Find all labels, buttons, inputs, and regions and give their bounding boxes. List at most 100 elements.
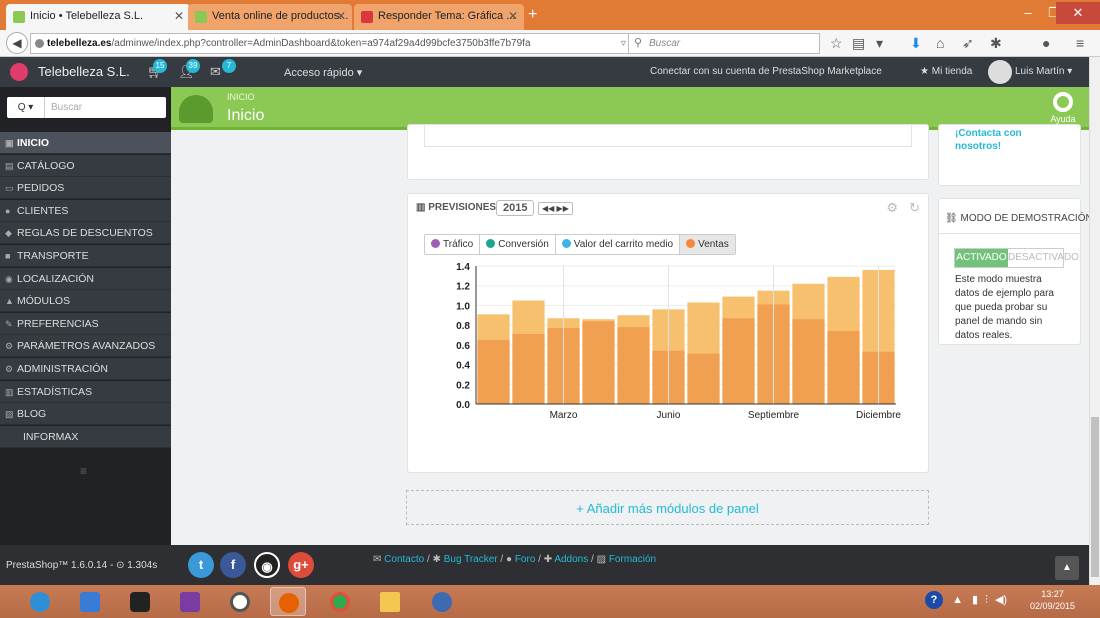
google-plus-icon[interactable]: g+: [288, 552, 314, 578]
legend-item-0[interactable]: Tráfico: [425, 235, 481, 254]
twitter-icon[interactable]: t: [188, 552, 214, 578]
taskbar-media[interactable]: [172, 587, 208, 616]
sidebar-item-preferencias[interactable]: ✎ Preferencias: [0, 312, 171, 335]
demo-description: Este modo muestra datos de ejemplo para …: [955, 274, 1054, 341]
browser-tab-venta[interactable]: Venta online de productos... ✕: [188, 4, 352, 30]
marketplace-link[interactable]: Conectar con su cuenta de PrestaShop Mar…: [650, 66, 882, 77]
breadcrumb[interactable]: INICIO: [227, 92, 255, 102]
chat-icon[interactable]: ●: [1042, 35, 1050, 51]
taskbar-firefox[interactable]: [270, 587, 306, 616]
next-year-icon[interactable]: ▶▶: [557, 204, 569, 213]
add-modules-button[interactable]: + Añadir más módulos de panel: [406, 490, 929, 525]
page-scrollbar[interactable]: [1089, 57, 1100, 585]
new-tab-button[interactable]: +: [528, 6, 537, 24]
demo-on-option[interactable]: ACTIVADO: [955, 249, 1008, 267]
send-icon[interactable]: ➶: [962, 35, 974, 52]
scroll-to-top-button[interactable]: ▲: [1055, 556, 1079, 580]
close-tab-icon[interactable]: ✕: [336, 9, 346, 23]
url-bar[interactable]: telebelleza.es/adminwe/index.php?control…: [30, 33, 642, 54]
addon-icon[interactable]: ✱: [990, 35, 1002, 52]
sidebar-item-reglas-de-descuentos[interactable]: ◆ Reglas de descuentos: [0, 222, 171, 245]
help-tray-icon[interactable]: ?: [925, 591, 943, 609]
legend-item-1[interactable]: Conversión: [480, 235, 556, 254]
taskbar-ie[interactable]: [22, 587, 58, 616]
collapse-menu-icon[interactable]: ≡: [80, 464, 87, 478]
close-window-button[interactable]: ✕: [1056, 2, 1100, 24]
battery-icon[interactable]: ▮: [972, 594, 978, 606]
messages-icon[interactable]: ✉: [210, 64, 221, 80]
my-shop-link[interactable]: ★ Mi tienda: [920, 66, 972, 77]
real-bar: [512, 334, 545, 404]
y-tick-label: 0.2: [456, 380, 470, 391]
taskbar-hp[interactable]: [222, 587, 258, 616]
legend-label: Ventas: [698, 239, 729, 250]
scrollbar-thumb[interactable]: [1091, 417, 1099, 577]
sidebar-item-catálogo[interactable]: ▤ Catálogo: [0, 154, 171, 177]
sidebar-item-label: Módulos: [17, 295, 71, 308]
footer-link-bug-tracker[interactable]: Bug Tracker: [444, 554, 498, 565]
facebook-icon[interactable]: f: [220, 552, 246, 578]
demo-off-option[interactable]: DESACTIVADO: [1008, 249, 1079, 267]
download-icon[interactable]: ⬇: [910, 35, 922, 52]
sidebar-item-localización[interactable]: ◉ Localización: [0, 267, 171, 290]
avatar[interactable]: [988, 60, 1012, 84]
search-input[interactable]: Buscar: [51, 97, 82, 118]
legend-item-2[interactable]: Valor del carrito medio: [556, 235, 681, 254]
home-icon[interactable]: ⌂: [936, 35, 944, 51]
hp-icon: [230, 592, 250, 612]
pocket-icon[interactable]: ▾: [876, 35, 883, 52]
refresh-icon[interactable]: ↻: [909, 200, 920, 216]
reading-list-icon[interactable]: ▤: [852, 35, 865, 52]
github-icon[interactable]: ◉: [254, 552, 280, 578]
forecast-title-text: PREVISIONES: [428, 202, 497, 213]
sidebar-item-clientes[interactable]: ● Clientes: [0, 199, 171, 222]
sidebar-item-inicio[interactable]: ▣ Inicio: [0, 132, 171, 154]
sidebar-item-estadísticas[interactable]: ▥ Estadísticas: [0, 380, 171, 403]
sidebar-item-pedidos[interactable]: ▭ Pedidos: [0, 177, 171, 200]
sidebar-item-transporte[interactable]: ■ Transporte: [0, 245, 171, 267]
footer-link-training[interactable]: Formación: [609, 554, 656, 565]
taskbar-rocket[interactable]: [72, 587, 108, 616]
taskbar-chrome[interactable]: [322, 587, 358, 616]
search-type-button[interactable]: Q ▾: [7, 97, 45, 118]
prestashop-logo-icon[interactable]: [10, 63, 28, 81]
system-tray: ? ▲ ▮ ⫶ ◀): [925, 591, 1007, 609]
demo-mode-toggle[interactable]: ACTIVADO DESACTIVADO: [954, 248, 1079, 268]
browser-search-input[interactable]: ⚲ Buscar: [628, 33, 820, 54]
signal-icon[interactable]: ⫶: [985, 594, 988, 606]
sidebar-item-informax[interactable]: INFORMAX: [0, 425, 171, 448]
sidebar-item-blog[interactable]: ▨ Blog: [0, 403, 171, 426]
menu-icon[interactable]: ≡: [1076, 35, 1084, 51]
star-icon: ★: [920, 66, 932, 77]
taskbar-camera[interactable]: [122, 587, 158, 616]
taskbar-explorer[interactable]: [372, 587, 408, 616]
shop-name[interactable]: Telebelleza S.L.: [38, 64, 130, 79]
clock-date: 02/09/2015: [1030, 601, 1076, 611]
sidebar-item-módulos[interactable]: ▲ Módulos: [0, 290, 171, 313]
bookmark-star-icon[interactable]: ☆: [830, 35, 843, 52]
browser-tab-responder[interactable]: Responder Tema: Gráfica ... ✕: [354, 4, 524, 30]
tray-chevron-icon[interactable]: ▲: [952, 594, 963, 606]
user-menu[interactable]: Luis Martín ▾: [1015, 66, 1072, 77]
footer-link-addons[interactable]: Addons: [554, 554, 588, 565]
help-button[interactable]: Ayuda: [1047, 92, 1079, 124]
contact-link[interactable]: ¡Contacta con nosotros!: [955, 127, 1022, 153]
gear-icon[interactable]: ⚙: [886, 200, 898, 216]
sidebar-item-administración[interactable]: ⚙ Administración: [0, 358, 171, 380]
close-tab-icon[interactable]: ✕: [508, 9, 518, 23]
volume-icon[interactable]: ◀): [995, 594, 1007, 606]
quick-access-menu[interactable]: Acceso rápido ▾: [284, 66, 362, 79]
browser-tab-inicio[interactable]: Inicio • Telebelleza S.L. ✕: [6, 4, 190, 30]
taskbar-thunderbird[interactable]: [424, 587, 460, 616]
site-info-icon[interactable]: [35, 39, 44, 48]
footer-link-contact[interactable]: Contacto: [384, 554, 424, 565]
legend-item-3[interactable]: Ventas: [680, 235, 735, 254]
footer-link-forum[interactable]: Foro: [515, 554, 536, 565]
taskbar-clock[interactable]: 13:27 02/09/2015: [1030, 588, 1075, 612]
back-arrow-icon[interactable]: ◀: [6, 32, 28, 54]
close-tab-icon[interactable]: ✕: [174, 9, 184, 23]
sidebar-item-parámetros-avanzados[interactable]: ⚙ Parámetros avanzados: [0, 335, 171, 358]
minimize-button[interactable]: –: [1014, 2, 1042, 24]
prev-year-icon[interactable]: ◀◀: [542, 204, 554, 213]
year-navigation[interactable]: ◀◀ ▶▶: [538, 202, 573, 215]
